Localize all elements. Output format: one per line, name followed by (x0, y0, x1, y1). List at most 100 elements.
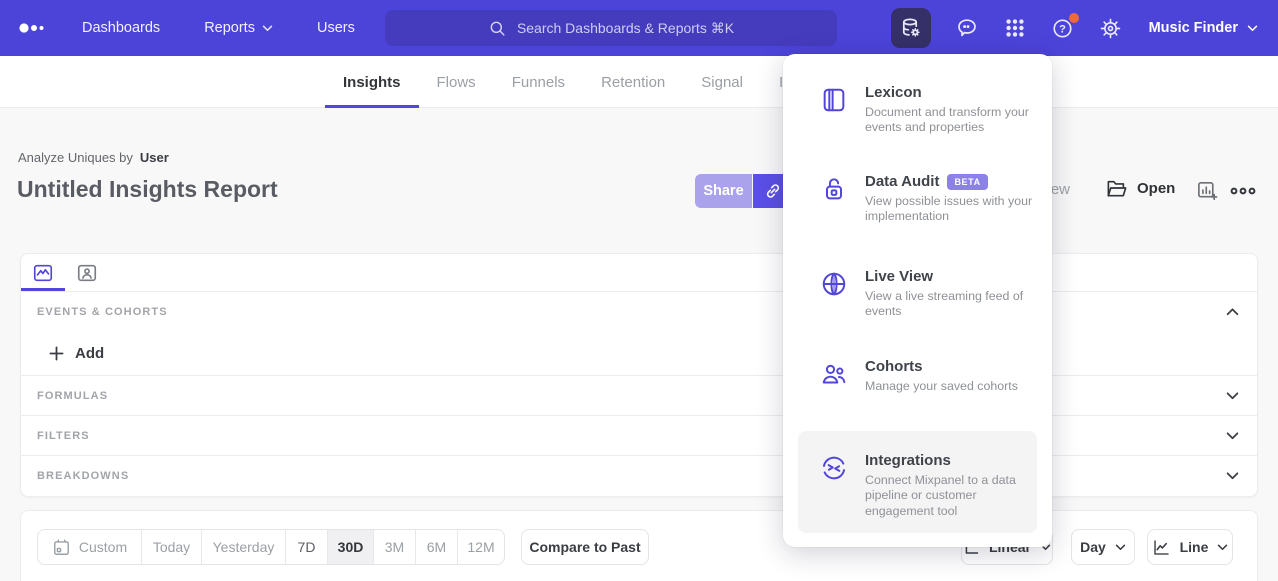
range-yesterday[interactable]: Yesterday (202, 530, 286, 564)
compare-label: Compare to Past (529, 539, 640, 555)
navbar-right-cluster: ? Music Finder (891, 0, 1264, 56)
range-label: Today (153, 539, 190, 555)
menu-item-description: Manage your saved cohorts (865, 379, 1045, 394)
nav-item-label: Dashboards (82, 20, 160, 36)
data-management-menu: Lexicon Document and transform your even… (783, 54, 1052, 547)
report-title[interactable]: Untitled Insights Report (17, 176, 278, 203)
filters-section-header[interactable]: FILTERS (21, 415, 1257, 455)
chart-type-label: Line (1180, 539, 1209, 555)
range-6m[interactable]: 6M (416, 530, 458, 564)
nav-item-reports[interactable]: Reports (204, 20, 273, 36)
calendar-icon (52, 538, 71, 557)
interval-select[interactable]: Day (1071, 529, 1135, 565)
add-label: Add (75, 345, 104, 362)
menu-item-text: Cohorts Manage your saved cohorts (865, 358, 1045, 394)
range-label: 12M (467, 539, 494, 555)
notification-dot (1069, 13, 1079, 23)
add-to-dashboard-icon[interactable] (1196, 179, 1219, 207)
range-7d[interactable]: 7D (286, 530, 328, 564)
menu-item-live-view[interactable]: Live View View a live streaming feed of … (783, 268, 1052, 320)
nav-item-label: Reports (204, 20, 255, 36)
menu-item-text: Lexicon Document and transform your even… (865, 84, 1045, 136)
search-input[interactable]: Search Dashboards & Reports ⌘K (385, 10, 837, 46)
section-label: FILTERS (37, 430, 90, 442)
menu-item-integrations-content: Integrations Connect Mixpanel to a data … (798, 431, 1037, 519)
line-chart-tab-icon (32, 262, 54, 284)
tab-users-view[interactable] (65, 254, 109, 291)
mixpanel-logo-icon[interactable] (18, 16, 50, 40)
project-switcher[interactable]: Music Finder (1149, 20, 1258, 36)
events-cohorts-section-header[interactable]: EVENTS & COHORTS (21, 292, 1257, 331)
formulas-section-header[interactable]: FORMULAS (21, 375, 1257, 415)
folder-open-icon (1106, 178, 1128, 198)
more-actions-icon[interactable] (1229, 184, 1257, 202)
data-audit-lock-icon (820, 175, 848, 203)
menu-item-cohorts[interactable]: Cohorts Manage your saved cohorts (783, 358, 1052, 394)
menu-item-title: Lexicon (865, 84, 922, 101)
lexicon-book-icon (820, 86, 848, 114)
add-event-button[interactable]: Add (21, 331, 1257, 375)
help-icon[interactable]: ? (1051, 16, 1075, 40)
search-icon (488, 19, 507, 38)
query-view-tabs (21, 254, 1257, 292)
tab-insights[interactable]: Insights (325, 56, 419, 108)
menu-item-integrations[interactable]: Integrations Connect Mixpanel to a data … (798, 431, 1037, 533)
feedback-icon[interactable] (955, 16, 979, 40)
range-today[interactable]: Today (142, 530, 202, 564)
chevron-down-icon (1115, 544, 1126, 551)
open-report-button[interactable]: Open (1106, 178, 1175, 198)
settings-icon[interactable] (1099, 16, 1123, 40)
report-subtitle: Analyze Uniques by User (18, 150, 169, 165)
svg-text:?: ? (1059, 23, 1066, 35)
range-custom[interactable]: Custom (38, 530, 142, 564)
compare-to-past-button[interactable]: Compare to Past (521, 529, 649, 565)
report-tabs: Insights Flows Funnels Retention Signal … (325, 56, 842, 108)
interval-label: Day (1080, 539, 1106, 555)
integrations-sync-icon (820, 454, 848, 482)
project-name: Music Finder (1149, 20, 1238, 36)
analysis-entity-selector[interactable]: User (140, 150, 169, 165)
apps-grid-icon[interactable] (1003, 16, 1027, 40)
chevron-up-icon[interactable] (1226, 308, 1239, 316)
menu-item-title: Data Audit (865, 173, 939, 190)
range-label: 7D (298, 539, 316, 555)
menu-item-text: Data Audit BETA View possible issues wit… (865, 173, 1045, 225)
chart-type-select[interactable]: Line (1147, 529, 1233, 565)
nav-item-dashboards[interactable]: Dashboards (82, 20, 160, 36)
chevron-down-icon (1247, 25, 1258, 32)
menu-item-title: Cohorts (865, 358, 923, 375)
chevron-down-icon[interactable] (1226, 432, 1239, 440)
tab-retention[interactable]: Retention (583, 56, 683, 108)
menu-item-text: Integrations Connect Mixpanel to a data … (865, 452, 1045, 519)
range-label: Yesterday (213, 539, 275, 555)
top-navbar: Dashboards Reports Users Search Dashboar… (0, 0, 1278, 56)
range-12m[interactable]: 12M (458, 530, 504, 564)
data-management-icon[interactable] (891, 8, 931, 48)
menu-item-description: Document and transform your events and p… (865, 105, 1045, 136)
beta-badge: BETA (947, 174, 987, 190)
nav-item-users[interactable]: Users (317, 20, 355, 36)
menu-item-lexicon[interactable]: Lexicon Document and transform your even… (783, 84, 1052, 136)
menu-item-data-audit[interactable]: Data Audit BETA View possible issues wit… (783, 173, 1052, 225)
tab-signal[interactable]: Signal (683, 56, 761, 108)
tab-flows[interactable]: Flows (419, 56, 494, 108)
range-30d[interactable]: 30D (328, 530, 374, 564)
live-view-globe-icon (820, 270, 848, 298)
tab-funnels[interactable]: Funnels (494, 56, 583, 108)
primary-nav: Dashboards Reports Users (82, 20, 355, 36)
date-range-segmented-control: Custom Today Yesterday 7D 30D 3M 6M 12M (37, 529, 505, 565)
range-3m[interactable]: 3M (374, 530, 416, 564)
chevron-down-icon[interactable] (1226, 392, 1239, 400)
link-icon (763, 181, 783, 201)
chart-controls-bar: Custom Today Yesterday 7D 30D 3M 6M 12M … (20, 510, 1258, 581)
share-split-button: Share (695, 174, 793, 208)
query-builder-card: EVENTS & COHORTS Add FORMULAS FILTERS BR… (20, 253, 1258, 497)
breakdowns-section-header[interactable]: BREAKDOWNS (21, 455, 1257, 496)
chevron-down-icon (1217, 544, 1228, 551)
menu-item-title: Integrations (865, 452, 951, 469)
plus-icon (49, 346, 64, 361)
tab-events-view[interactable] (21, 254, 65, 291)
share-button[interactable]: Share (695, 174, 752, 208)
line-chart-icon (1152, 538, 1171, 557)
chevron-down-icon[interactable] (1226, 472, 1239, 480)
